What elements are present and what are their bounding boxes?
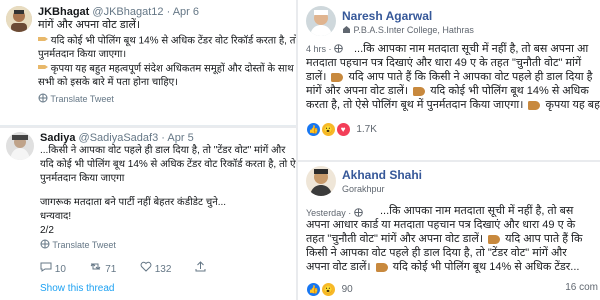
tweet-title: मांगें और अपना वोट डालें। <box>38 19 141 31</box>
reactions-summary[interactable]: 👍 😮 ♥ 1.7K <box>306 122 377 137</box>
pointing-hand-icon <box>375 262 388 272</box>
post-text-line: तहत "चुनौती वोट" मांगें और अपना वोट डाले… <box>306 233 483 245</box>
tweet-text-line: यदि कोई भी पोलिंग बूथ 14% से अधिक टेंडर … <box>50 35 296 47</box>
tweet-date[interactable]: Apr 6 <box>173 6 199 18</box>
avatar[interactable] <box>306 6 336 36</box>
retweet-button[interactable]: 71 <box>89 261 119 277</box>
pointing-hand-icon <box>488 234 501 244</box>
author-handle[interactable]: @SadiyaSadaf3 <box>79 132 159 144</box>
reaction-count: 1.7K <box>356 124 377 136</box>
post-text-line: यदि आप पाते हैं कि <box>505 233 583 245</box>
divider <box>0 125 296 126</box>
like-reaction-icon: 👍 <box>306 122 321 137</box>
tweet-actions: 10 71 132 <box>40 261 206 277</box>
love-reaction-icon: ♥ <box>335 122 351 137</box>
like-count: 132 <box>154 263 172 275</box>
author-name[interactable]: Naresh Agarwal <box>342 9 432 23</box>
facebook-post-naresh: Naresh Agarwal P.B.A.S.Inter College, Ha… <box>298 0 600 160</box>
translate-tweet-link[interactable]: Translate Tweet <box>50 94 114 104</box>
avatar[interactable] <box>306 166 336 196</box>
author-name[interactable]: Akhand Shahi <box>342 168 422 182</box>
post-text-line: मांगें और अपना वोट डालें। <box>306 85 409 97</box>
tweet-card-sadiya: Sadiya @SadiyaSadaf3 · Apr 5 ...किसी ने … <box>0 128 296 300</box>
pointing-hand-icon <box>38 34 48 48</box>
pointing-hand-icon <box>38 62 48 76</box>
author-affiliation[interactable]: P.B.A.S.Inter College, Hathras <box>354 25 474 35</box>
share-icon[interactable] <box>195 261 206 277</box>
post-text-line: यदि कोई भी पोलिंग बूथ 14% से अधिक <box>430 85 589 97</box>
post-text-line: यदि कोई भी पोलिंग बूथ 14% से अधिक टेंडर.… <box>392 261 580 273</box>
author-handle[interactable]: @JKBhagat12 <box>92 6 163 18</box>
tweet-text-line: धन्यवाद! <box>40 211 72 222</box>
post-text-line: ...कि आपका नाम मतदाता सूची में नहीं है, … <box>380 205 574 217</box>
post-text-line: डालें। <box>306 71 327 83</box>
tweet-text-line: यदि कोई भी पोलिंग बूथ 14% से अधिक टेंडर … <box>40 159 296 170</box>
like-reaction-icon: 👍 <box>306 282 321 297</box>
post-text-line: यदि आप पाते हैं कि किसी ने आपका वोट पहले… <box>348 71 593 83</box>
tweet-text-line: कृपया यह बहुत महत्वपूर्ण संदेश अधिकतम सम… <box>50 63 296 75</box>
post-time[interactable]: 4 hrs <box>306 44 326 54</box>
reply-count: 10 <box>54 263 66 275</box>
post-text-line: मतदाता पहचान पत्र दिखाएं और धारा 49 ए के… <box>306 57 582 69</box>
reply-icon <box>40 261 52 277</box>
avatar[interactable] <box>6 6 32 32</box>
post-text-line: ...कि आपका नाम मतदाता सूची में नहीं है, … <box>354 43 589 55</box>
author-name[interactable]: Sadiya <box>40 132 75 144</box>
tweet-text-line: पुनर्मतदान किया जाएगा <box>40 173 125 184</box>
tweet-text-line: जागरूक मतदाता बने पार्टी नहीं बेहतर कंडी… <box>40 197 227 208</box>
reaction-count: 90 <box>341 284 353 296</box>
show-thread-link[interactable]: Show this thread <box>40 282 115 296</box>
author-location[interactable]: Gorakhpur <box>342 184 385 194</box>
translate-tweet-link[interactable]: Translate Tweet <box>52 240 116 250</box>
tweet-text-line: सभी को इसके बारे में पता होना चाहिए। <box>38 77 178 88</box>
post-text-line: कृपया यह बह <box>545 99 600 111</box>
pointing-hand-icon <box>331 72 344 82</box>
post-text-line: करता है, तो ऐसे पोलिंग बूथ में पुनर्मतदा… <box>306 99 524 111</box>
globe-icon <box>334 44 343 55</box>
retweet-count: 71 <box>105 263 117 275</box>
pointing-hand-icon <box>413 86 426 96</box>
author-name[interactable]: JKBhagat <box>38 6 89 18</box>
post-time[interactable]: Yesterday <box>306 208 346 218</box>
reply-button[interactable]: 10 <box>40 261 69 277</box>
tweet-card-jkbhagat: JKBhagat @JKBhagat12 · Apr 6 मांगें और अ… <box>0 0 296 126</box>
tweet-text-line: पुनर्मतदान किया जाएगा। <box>38 49 127 60</box>
post-text-line: किसी ने आपका वोट पहले ही डाल दिया है, तो… <box>306 247 567 259</box>
comments-count[interactable]: 16 com <box>565 282 598 293</box>
tweet-date[interactable]: Apr 5 <box>167 132 193 144</box>
retweet-icon <box>89 261 102 277</box>
pointing-hand-icon <box>528 100 541 110</box>
reactions-summary[interactable]: 👍 😮 90 <box>306 282 353 297</box>
school-icon <box>342 25 351 36</box>
post-text-line: अपना आधार कार्ड या मतदाता पहचान पत्र दिख… <box>306 219 576 231</box>
post-text-line: अपना वोट डालें। <box>306 261 371 273</box>
wow-reaction-icon: 😮 <box>320 122 336 137</box>
facebook-post-akhand: Akhand Shahi Gorakhpur Yesterday · ...कि… <box>298 162 600 300</box>
avatar[interactable] <box>6 132 34 160</box>
wow-reaction-icon: 😮 <box>320 282 336 297</box>
globe-icon <box>40 239 50 253</box>
globe-icon <box>38 93 48 107</box>
like-button[interactable]: 132 <box>140 261 174 277</box>
heart-icon <box>140 261 152 277</box>
thread-count: 2/2 <box>40 225 54 236</box>
tweet-text-line: ...किसी ने आपका वोट पहले ही डाल दिया है,… <box>40 145 286 156</box>
